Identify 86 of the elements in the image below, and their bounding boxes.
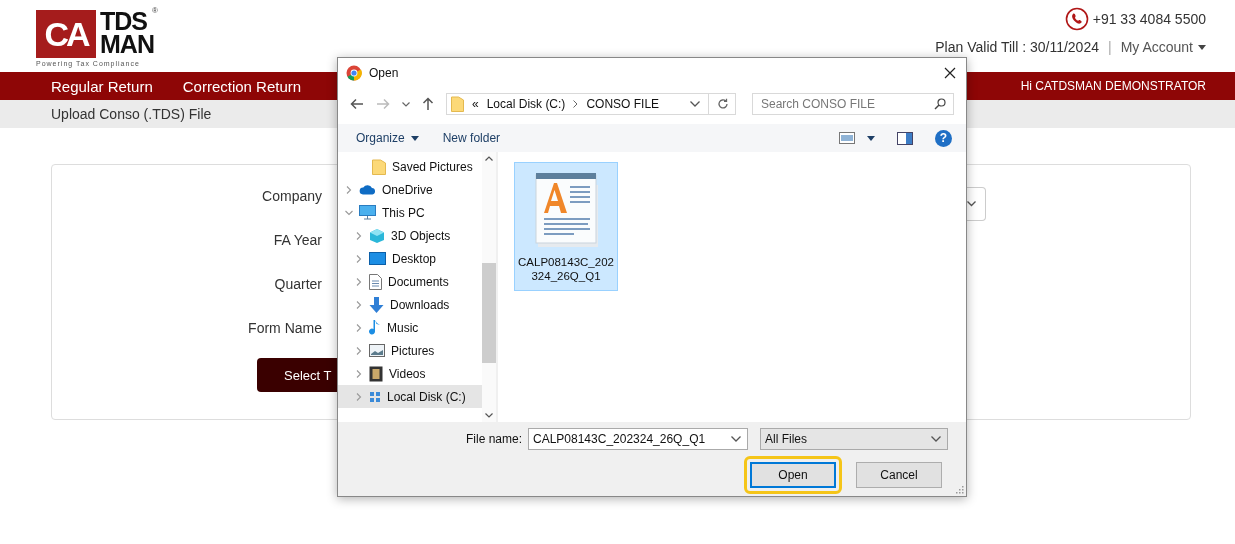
tree-item[interactable]: Downloads: [338, 293, 482, 316]
cloud-icon: [359, 184, 376, 195]
browser-icon: [346, 65, 362, 81]
film-icon: [369, 365, 383, 382]
logo-mark: CA: [36, 10, 96, 58]
desktop-icon: [369, 252, 386, 265]
up-arrow-icon[interactable]: [422, 97, 434, 111]
search-icon: [934, 98, 946, 110]
chevron-icon[interactable]: [690, 101, 700, 107]
path-overflow-mark[interactable]: «: [472, 97, 479, 111]
plan-validity: Plan Valid Till : 30/11/2024: [935, 39, 1099, 55]
drive-icon: [369, 390, 381, 403]
file-name-label: File name:: [465, 432, 522, 446]
tree-item[interactable]: Documents: [338, 270, 482, 293]
logo-text: TDS: [100, 10, 148, 33]
file-item[interactable]: CALP08143C_202324_26Q_Q1: [514, 162, 618, 291]
tree-item-label: Documents: [388, 274, 449, 289]
forward-arrow-icon[interactable]: [376, 98, 390, 110]
computer-icon: [359, 205, 376, 220]
resize-grip-icon[interactable]: [956, 486, 964, 494]
tree-item-label: Videos: [389, 366, 426, 381]
address-bar[interactable]: « Local Disk (C:) CONSO FILE: [446, 93, 736, 115]
file-name: CALP08143C_202324_26Q_Q1: [517, 255, 615, 283]
help-button[interactable]: ?: [935, 129, 952, 147]
tree-item-label: Desktop: [392, 251, 437, 266]
logo-text: MAN: [100, 33, 154, 56]
registered-mark: ®: [152, 6, 158, 15]
tree-item[interactable]: Local Disk (C:): [338, 385, 482, 408]
chevron-icon[interactable]: [402, 101, 410, 107]
caret-icon: [410, 135, 419, 141]
path-segment[interactable]: Local Disk (C:): [486, 97, 566, 111]
folder-icon: [372, 158, 386, 175]
chevron-icon[interactable]: [485, 413, 493, 418]
view-options-icon[interactable]: [839, 132, 855, 144]
field-label: Company: [262, 188, 322, 206]
file-type-dropdown[interactable]: All Files: [760, 428, 948, 450]
field-label: Quarter: [274, 276, 322, 294]
dialog-button[interactable]: Cancel: [856, 462, 942, 488]
field-label: FA Year: [273, 232, 322, 250]
tree-item-label: Pictures: [391, 343, 435, 358]
user-greeting: Hi CATDSMAN DEMONSTRATOR: [1020, 79, 1206, 93]
nav-item[interactable]: Regular Return: [51, 77, 153, 95]
folder-icon: [451, 96, 464, 112]
music-note-icon: [369, 319, 381, 336]
down-arrow-icon: [369, 296, 384, 313]
my-account-menu[interactable]: My Account: [1120, 39, 1206, 55]
tree-item-label: Downloads: [390, 297, 450, 312]
tree-item-label: Local Disk (C:): [387, 389, 466, 404]
search-field[interactable]: Search CONSO FILE: [752, 93, 954, 115]
tree-item-label: OneDrive: [382, 182, 433, 197]
close-icon[interactable]: [944, 67, 956, 79]
phone-number: +91 33 4084 5500: [1092, 11, 1206, 27]
tree-item[interactable]: Music: [338, 316, 482, 339]
organize-menu[interactable]: Organize: [350, 128, 425, 148]
document-icon: [369, 273, 382, 290]
caret-icon: [1198, 44, 1206, 50]
dialog-title: Open: [369, 66, 399, 80]
tree-item[interactable]: Saved Pictures: [338, 155, 482, 178]
caret-icon[interactable]: [867, 135, 875, 141]
scrollbar[interactable]: [482, 152, 496, 422]
tree-item[interactable]: Desktop: [338, 247, 482, 270]
chevron-icon[interactable]: [485, 156, 493, 161]
refresh-icon[interactable]: [717, 98, 729, 110]
tree-item-label: This PC: [382, 205, 425, 220]
picture-icon: [369, 344, 385, 357]
nav-item[interactable]: Correction Return: [182, 77, 302, 95]
tree-item[interactable]: 3D Objects: [338, 224, 482, 247]
chevron-icon: [731, 436, 741, 442]
dialog-button[interactable]: Open: [750, 462, 836, 488]
tree-item[interactable]: OneDrive: [338, 178, 482, 201]
file-name-field[interactable]: CALP08143C_202324_26Q_Q1: [528, 428, 748, 450]
chevron-icon: [573, 100, 579, 108]
separator: |: [1108, 39, 1112, 55]
phone-icon: [1064, 7, 1089, 31]
new-folder-button[interactable]: New folder: [436, 128, 507, 148]
field-label: Form Name: [248, 320, 322, 338]
back-arrow-icon[interactable]: [350, 98, 364, 110]
tree-item-label: Music: [387, 320, 419, 335]
chevron-icon: [931, 436, 941, 442]
tree-item[interactable]: This PC: [338, 201, 482, 224]
page-title: Upload Conso (.TDS) File: [51, 106, 212, 122]
tree-item-label: Saved Pictures: [392, 159, 473, 174]
path-segment[interactable]: CONSO FILE: [586, 97, 660, 111]
cube-icon: [369, 227, 385, 244]
tree-item-label: 3D Objects: [391, 228, 451, 243]
preview-pane-icon[interactable]: [897, 131, 913, 145]
